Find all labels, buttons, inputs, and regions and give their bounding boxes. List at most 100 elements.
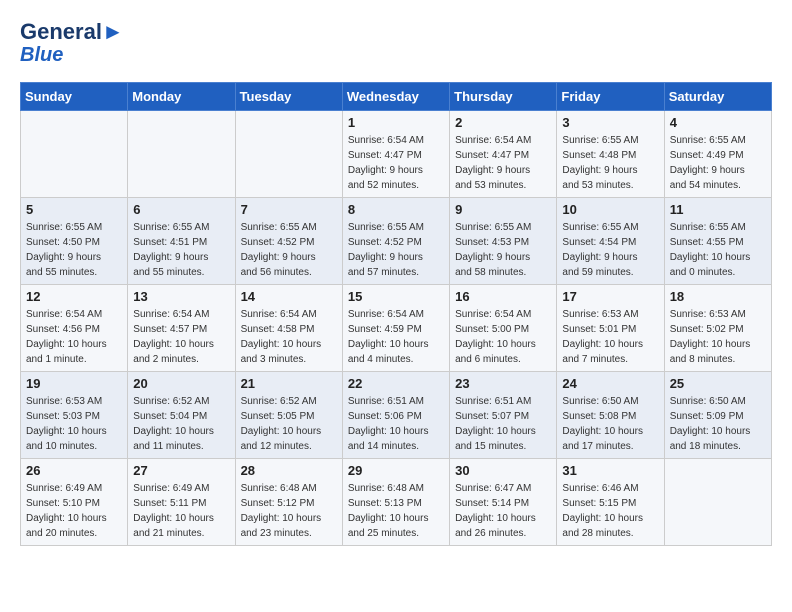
day-number: 21	[241, 376, 337, 391]
weekday-header-monday: Monday	[128, 83, 235, 111]
day-info: Sunrise: 6:48 AM Sunset: 5:13 PM Dayligh…	[348, 481, 444, 541]
day-info: Sunrise: 6:55 AM Sunset: 4:54 PM Dayligh…	[562, 220, 658, 280]
weekday-header-row: SundayMondayTuesdayWednesdayThursdayFrid…	[21, 83, 772, 111]
calendar-day-25: 25 Sunrise: 6:50 AM Sunset: 5:09 PM Dayli…	[664, 372, 771, 459]
day-number: 6	[133, 202, 229, 217]
day-info: Sunrise: 6:55 AM Sunset: 4:53 PM Dayligh…	[455, 220, 551, 280]
calendar-week-row: 5 Sunrise: 6:55 AM Sunset: 4:50 PM Daylig…	[21, 198, 772, 285]
day-number: 4	[670, 115, 766, 130]
calendar-week-row: 12 Sunrise: 6:54 AM Sunset: 4:56 PM Dayli…	[21, 285, 772, 372]
day-number: 7	[241, 202, 337, 217]
day-number: 1	[348, 115, 444, 130]
calendar-empty-cell	[235, 111, 342, 198]
calendar-day-20: 20 Sunrise: 6:52 AM Sunset: 5:04 PM Dayli…	[128, 372, 235, 459]
calendar-day-4: 4 Sunrise: 6:55 AM Sunset: 4:49 PM Daylig…	[664, 111, 771, 198]
calendar-day-7: 7Sunrise: 6:55 AM Sunset: 4:52 PM Daylig…	[235, 198, 342, 285]
calendar-day-3: 3 Sunrise: 6:55 AM Sunset: 4:48 PM Daylig…	[557, 111, 664, 198]
calendar-day-21: 21 Sunrise: 6:52 AM Sunset: 5:05 PM Dayli…	[235, 372, 342, 459]
day-number: 31	[562, 463, 658, 478]
calendar-day-30: 30 Sunrise: 6:47 AM Sunset: 5:14 PM Dayli…	[450, 459, 557, 546]
day-number: 13	[133, 289, 229, 304]
day-info: Sunrise: 6:55 AM Sunset: 4:48 PM Dayligh…	[562, 133, 658, 193]
day-info: Sunrise: 6:54 AM Sunset: 4:58 PM Dayligh…	[241, 307, 337, 367]
day-number: 28	[241, 463, 337, 478]
day-number: 11	[670, 202, 766, 217]
day-info: Sunrise: 6:54 AM Sunset: 4:59 PM Dayligh…	[348, 307, 444, 367]
day-number: 10	[562, 202, 658, 217]
day-number: 30	[455, 463, 551, 478]
day-number: 29	[348, 463, 444, 478]
day-info: Sunrise: 6:55 AM Sunset: 4:51 PM Dayligh…	[133, 220, 229, 280]
calendar-day-19: 19 Sunrise: 6:53 AM Sunset: 5:03 PM Dayli…	[21, 372, 128, 459]
weekday-header-tuesday: Tuesday	[235, 83, 342, 111]
day-info: Sunrise: 6:54 AM Sunset: 4:47 PM Dayligh…	[455, 133, 551, 193]
weekday-header-sunday: Sunday	[21, 83, 128, 111]
day-info: Sunrise: 6:54 AM Sunset: 4:47 PM Dayligh…	[348, 133, 444, 193]
page-header: General► Blue	[20, 20, 772, 66]
day-info: Sunrise: 6:49 AM Sunset: 5:11 PM Dayligh…	[133, 481, 229, 541]
day-info: Sunrise: 6:52 AM Sunset: 5:05 PM Dayligh…	[241, 394, 337, 454]
day-info: Sunrise: 6:54 AM Sunset: 4:57 PM Dayligh…	[133, 307, 229, 367]
day-number: 24	[562, 376, 658, 391]
calendar-day-26: 26 Sunrise: 6:49 AM Sunset: 5:10 PM Dayli…	[21, 459, 128, 546]
logo-blue-text: Blue	[20, 44, 63, 66]
day-number: 18	[670, 289, 766, 304]
calendar-day-29: 29 Sunrise: 6:48 AM Sunset: 5:13 PM Dayli…	[342, 459, 449, 546]
weekday-header-thursday: Thursday	[450, 83, 557, 111]
day-number: 5	[26, 202, 122, 217]
day-info: Sunrise: 6:52 AM Sunset: 5:04 PM Dayligh…	[133, 394, 229, 454]
day-number: 25	[670, 376, 766, 391]
day-info: Sunrise: 6:47 AM Sunset: 5:14 PM Dayligh…	[455, 481, 551, 541]
calendar-day-15: 15 Sunrise: 6:54 AM Sunset: 4:59 PM Dayli…	[342, 285, 449, 372]
calendar-day-28: 28 Sunrise: 6:48 AM Sunset: 5:12 PM Dayli…	[235, 459, 342, 546]
day-info: Sunrise: 6:53 AM Sunset: 5:01 PM Dayligh…	[562, 307, 658, 367]
calendar-day-22: 22Sunrise: 6:51 AM Sunset: 5:06 PM Dayli…	[342, 372, 449, 459]
day-number: 16	[455, 289, 551, 304]
calendar-day-6: 6 Sunrise: 6:55 AM Sunset: 4:51 PM Daylig…	[128, 198, 235, 285]
day-number: 27	[133, 463, 229, 478]
day-number: 20	[133, 376, 229, 391]
day-info: Sunrise: 6:53 AM Sunset: 5:02 PM Dayligh…	[670, 307, 766, 367]
day-number: 12	[26, 289, 122, 304]
calendar-day-16: 16 Sunrise: 6:54 AM Sunset: 5:00 PM Dayli…	[450, 285, 557, 372]
calendar-day-17: 17Sunrise: 6:53 AM Sunset: 5:01 PM Dayli…	[557, 285, 664, 372]
day-number: 23	[455, 376, 551, 391]
calendar-table: SundayMondayTuesdayWednesdayThursdayFrid…	[20, 82, 772, 546]
day-info: Sunrise: 6:55 AM Sunset: 4:55 PM Dayligh…	[670, 220, 766, 280]
calendar-day-31: 31Sunrise: 6:46 AM Sunset: 5:15 PM Dayli…	[557, 459, 664, 546]
day-number: 8	[348, 202, 444, 217]
calendar-day-8: 8Sunrise: 6:55 AM Sunset: 4:52 PM Daylig…	[342, 198, 449, 285]
calendar-day-12: 12 Sunrise: 6:54 AM Sunset: 4:56 PM Dayli…	[21, 285, 128, 372]
calendar-day-1: 1 Sunrise: 6:54 AM Sunset: 4:47 PM Daylig…	[342, 111, 449, 198]
calendar-week-row: 19 Sunrise: 6:53 AM Sunset: 5:03 PM Dayli…	[21, 372, 772, 459]
calendar-day-9: 9 Sunrise: 6:55 AM Sunset: 4:53 PM Daylig…	[450, 198, 557, 285]
day-number: 14	[241, 289, 337, 304]
day-info: Sunrise: 6:48 AM Sunset: 5:12 PM Dayligh…	[241, 481, 337, 541]
day-info: Sunrise: 6:54 AM Sunset: 5:00 PM Dayligh…	[455, 307, 551, 367]
calendar-empty-cell	[664, 459, 771, 546]
day-number: 19	[26, 376, 122, 391]
calendar-day-5: 5 Sunrise: 6:55 AM Sunset: 4:50 PM Daylig…	[21, 198, 128, 285]
calendar-week-row: 1 Sunrise: 6:54 AM Sunset: 4:47 PM Daylig…	[21, 111, 772, 198]
day-number: 26	[26, 463, 122, 478]
day-info: Sunrise: 6:54 AM Sunset: 4:56 PM Dayligh…	[26, 307, 122, 367]
day-info: Sunrise: 6:49 AM Sunset: 5:10 PM Dayligh…	[26, 481, 122, 541]
day-info: Sunrise: 6:50 AM Sunset: 5:09 PM Dayligh…	[670, 394, 766, 454]
calendar-day-13: 13 Sunrise: 6:54 AM Sunset: 4:57 PM Dayli…	[128, 285, 235, 372]
day-info: Sunrise: 6:53 AM Sunset: 5:03 PM Dayligh…	[26, 394, 122, 454]
logo-text: General►	[20, 20, 124, 44]
weekday-header-wednesday: Wednesday	[342, 83, 449, 111]
day-info: Sunrise: 6:55 AM Sunset: 4:49 PM Dayligh…	[670, 133, 766, 193]
day-number: 15	[348, 289, 444, 304]
calendar-empty-cell	[21, 111, 128, 198]
calendar-week-row: 26 Sunrise: 6:49 AM Sunset: 5:10 PM Dayli…	[21, 459, 772, 546]
weekday-header-friday: Friday	[557, 83, 664, 111]
day-number: 3	[562, 115, 658, 130]
weekday-header-saturday: Saturday	[664, 83, 771, 111]
calendar-day-23: 23Sunrise: 6:51 AM Sunset: 5:07 PM Dayli…	[450, 372, 557, 459]
calendar-day-10: 10 Sunrise: 6:55 AM Sunset: 4:54 PM Dayli…	[557, 198, 664, 285]
calendar-day-14: 14 Sunrise: 6:54 AM Sunset: 4:58 PM Dayli…	[235, 285, 342, 372]
day-info: Sunrise: 6:55 AM Sunset: 4:50 PM Dayligh…	[26, 220, 122, 280]
day-info: Sunrise: 6:50 AM Sunset: 5:08 PM Dayligh…	[562, 394, 658, 454]
day-number: 9	[455, 202, 551, 217]
